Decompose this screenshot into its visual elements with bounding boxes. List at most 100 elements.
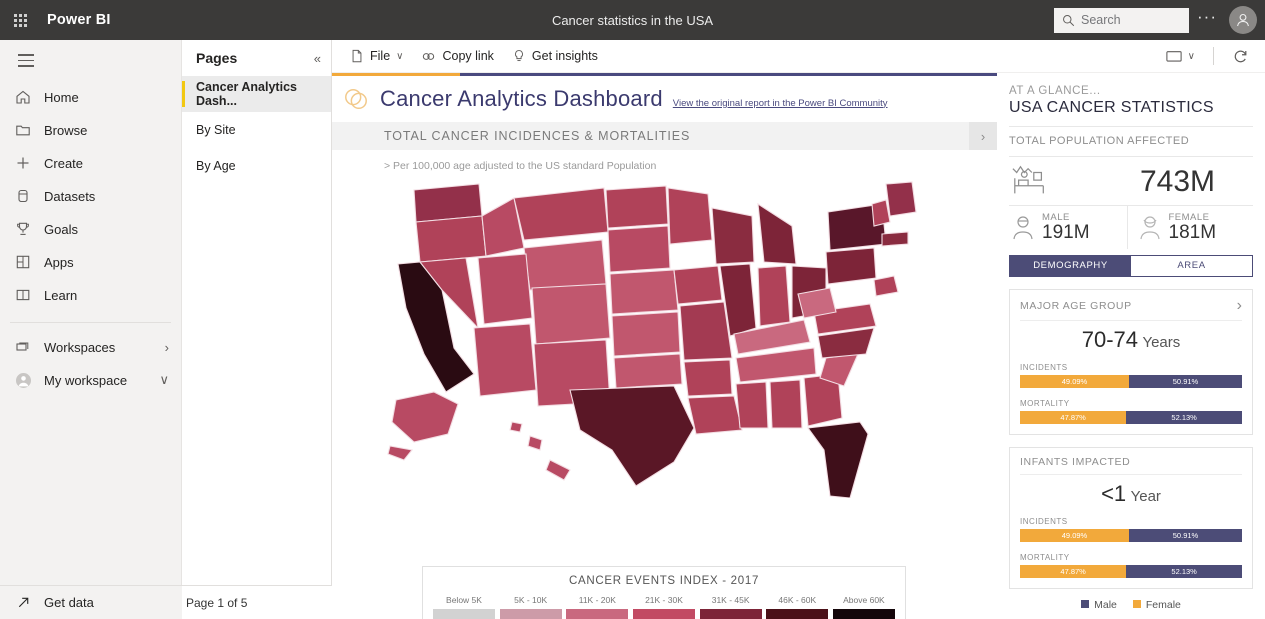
map-state-ut (478, 254, 532, 324)
incidents-female-pct: 49.09% (1062, 531, 1087, 540)
map-state-pa (826, 248, 876, 284)
segment-demography[interactable]: DEMOGRAPHY (1010, 256, 1131, 276)
toolbar-divider (1213, 47, 1214, 65)
map-state-wv (798, 288, 836, 318)
choropleth-map[interactable] (332, 172, 997, 502)
get-data-button[interactable]: Get data (0, 585, 182, 619)
legend-title: CANCER EVENTS INDEX - 2017 (423, 567, 905, 587)
mortality-male-segment: 52.13% (1126, 411, 1242, 424)
map-state-mo (680, 302, 732, 360)
map-state-hi-1 (510, 422, 522, 432)
mortality-male-pct: 52.13% (1171, 567, 1196, 576)
sidebar-item-my-workspace[interactable]: My workspace ∨ (0, 364, 181, 397)
legend-item[interactable]: 46K - 60K (766, 595, 828, 619)
legend-swatch (766, 609, 828, 619)
view-mode-button[interactable]: ∨ (1158, 46, 1203, 67)
file-icon (350, 49, 364, 63)
arrow-up-right-icon (14, 594, 32, 612)
chevron-right-icon[interactable]: › (1237, 298, 1242, 314)
page-title: Cancer Analytics Dashboard (380, 86, 663, 112)
incidents-label: INCIDENTS (1020, 363, 1242, 372)
incidents-bar[interactable]: 49.09% 50.91% (1020, 375, 1242, 388)
sidebar-label: Workspaces (44, 340, 115, 355)
refresh-icon (1232, 48, 1249, 65)
map-state-ak (392, 392, 458, 442)
map-title: TOTAL CANCER INCIDENCES & MORTALITIES (384, 129, 690, 143)
sidebar-item-apps[interactable]: Apps (0, 246, 181, 279)
workspaces-icon (14, 338, 32, 356)
refresh-button[interactable] (1224, 44, 1257, 69)
search-input[interactable]: Search (1054, 8, 1189, 33)
app-launcher-icon[interactable] (0, 0, 40, 40)
sidebar-item-home[interactable]: Home (0, 81, 181, 114)
fit-to-page-icon (1166, 50, 1182, 63)
map-expand-button[interactable]: › (969, 122, 997, 150)
legend-male-label: Male (1094, 599, 1117, 611)
incidents-male-segment: 50.91% (1129, 529, 1242, 542)
mortality-female-pct: 47.87% (1060, 413, 1085, 422)
hamburger-menu[interactable] (0, 40, 181, 81)
incidents-female-pct: 49.09% (1062, 377, 1087, 386)
get-insights-button[interactable]: Get insights (504, 45, 606, 67)
sidebar-item-datasets[interactable]: Datasets (0, 180, 181, 213)
chevron-down-icon: ∨ (159, 372, 169, 388)
more-options-button[interactable]: ··· (1191, 4, 1223, 36)
total-population-label: TOTAL POPULATION AFFECTED (1009, 127, 1253, 147)
brand-label[interactable]: Power BI (47, 12, 111, 28)
copy-link-button[interactable]: Copy link (413, 45, 501, 68)
map-state-nd (606, 186, 668, 228)
page-item-by-site[interactable]: By Site (182, 112, 331, 148)
legend-label: 31K - 45K (700, 595, 762, 605)
card-value: <1 Year (1020, 475, 1242, 515)
map-state-la (688, 396, 742, 434)
map-state-mi (758, 204, 796, 264)
map-subtitle: > Per 100,000 age adjusted to the US sta… (332, 150, 997, 172)
card-title: INFANTS IMPACTED (1020, 456, 1130, 468)
sidebar-item-create[interactable]: Create (0, 147, 181, 180)
mortality-bar[interactable]: 47.87% 52.13% (1020, 565, 1242, 578)
map-state-vt-nh (872, 200, 890, 226)
folder-icon (14, 121, 32, 139)
legend-item[interactable]: 31K - 45K (700, 595, 762, 619)
card-big-number: <1 (1101, 481, 1126, 506)
collapse-pages-button[interactable]: « (314, 51, 321, 66)
database-icon (14, 187, 32, 205)
legend-item[interactable]: Below 5K (433, 595, 495, 619)
map-state-or (416, 216, 486, 262)
legend-item[interactable]: 11K - 20K (566, 595, 628, 619)
copy-link-label: Copy link (442, 49, 493, 63)
home-icon (14, 88, 32, 106)
map-state-wa (414, 184, 482, 222)
sidebar-label: Datasets (44, 189, 95, 204)
legend-item[interactable]: 5K - 10K (500, 595, 562, 619)
search-icon (1062, 14, 1075, 27)
map-state-ma (882, 232, 908, 246)
female-person-icon (1138, 214, 1162, 240)
incidents-bar[interactable]: 49.09% 50.91% (1020, 529, 1242, 542)
map-state-tx (570, 386, 694, 486)
user-avatar-icon[interactable] (1229, 6, 1257, 34)
file-menu-button[interactable]: File ∨ (342, 45, 411, 67)
segment-area[interactable]: AREA (1131, 256, 1252, 276)
sidebar-item-workspaces[interactable]: Workspaces › (0, 331, 181, 364)
accent-orange (332, 73, 460, 76)
sidebar-label: My workspace (44, 373, 127, 388)
map-state-hi-2 (528, 436, 542, 450)
file-label: File (370, 49, 390, 63)
legend-swatch (433, 609, 495, 619)
page-item-by-age[interactable]: By Age (182, 148, 331, 184)
page-item-cancer-analytics-dashboard[interactable]: Cancer Analytics Dash... (182, 76, 331, 112)
mortality-label: MORTALITY (1020, 553, 1242, 562)
legend-item[interactable]: 21K - 30K (633, 595, 695, 619)
sidebar-item-learn[interactable]: Learn (0, 279, 181, 312)
map-state-in (758, 266, 790, 326)
mortality-label: MORTALITY (1020, 399, 1242, 408)
sidebar-item-goals[interactable]: Goals (0, 213, 181, 246)
map-state-co (532, 284, 610, 344)
mortality-bar[interactable]: 47.87% 52.13% (1020, 411, 1242, 424)
sidebar-item-browse[interactable]: Browse (0, 114, 181, 147)
at-a-glance-panel: AT A GLANCE... USA CANCER STATISTICS TOT… (997, 73, 1265, 619)
original-report-link[interactable]: View the original report in the Power BI… (673, 98, 888, 109)
mortality-female-pct: 47.87% (1060, 567, 1085, 576)
legend-item[interactable]: Above 60K (833, 595, 895, 619)
